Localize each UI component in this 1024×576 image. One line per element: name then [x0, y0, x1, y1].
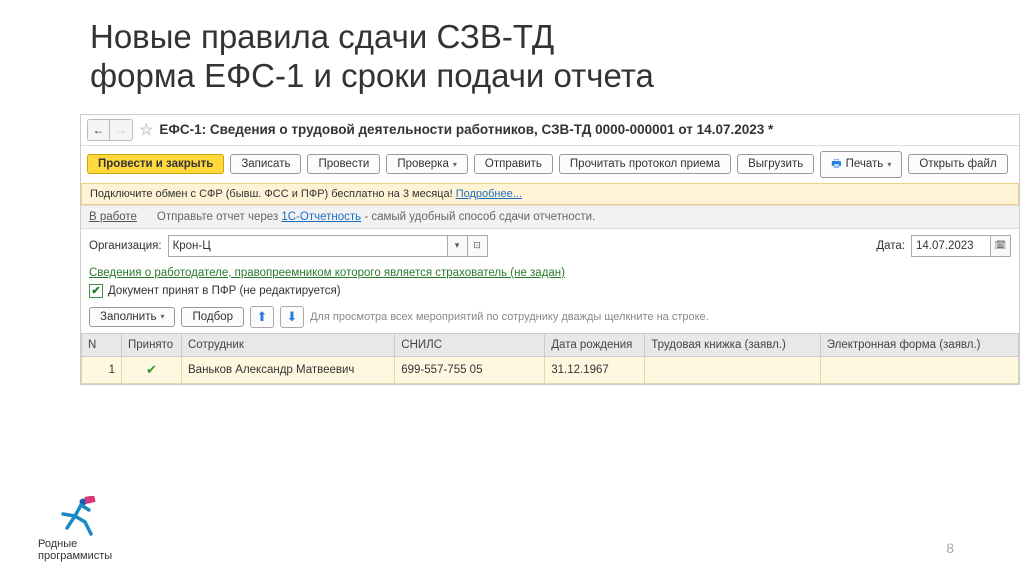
read-protocol-button[interactable]: Прочитать протокол приема — [559, 154, 731, 174]
slide-title: Новые правила сдачи СЗВ-ТД форма ЕФС-1 и… — [90, 18, 934, 96]
col-accepted[interactable]: Принято — [122, 333, 182, 356]
col-n[interactable]: N — [82, 333, 122, 356]
post-and-close-button[interactable]: Провести и закрыть — [87, 154, 224, 174]
cell-snils: 699-557-755 05 — [395, 356, 545, 383]
info-more-link[interactable]: Подробнее... — [456, 188, 522, 200]
pick-button[interactable]: Подбор — [181, 307, 244, 327]
cell-n: 1 — [82, 356, 122, 383]
one-c-reporting-link[interactable]: 1С-Отчетность — [281, 211, 361, 223]
cell-electronic — [820, 356, 1018, 383]
status-bar: В работе Отправьте отчет через 1С-Отчетн… — [81, 205, 1019, 229]
nav-back-button[interactable]: ← — [88, 120, 110, 140]
status-hint: Отправьте отчет через 1С-Отчетность - са… — [157, 211, 595, 223]
print-button[interactable]: 🖶Печать▾ — [820, 151, 902, 178]
app-window: ← → ☆ ЕФС-1: Сведения о трудовой деятель… — [80, 114, 1020, 385]
printer-icon: 🖶 — [831, 155, 841, 174]
col-dob[interactable]: Дата рождения — [545, 333, 645, 356]
main-toolbar: Провести и закрыть Записать Провести Про… — [81, 146, 1019, 183]
accepted-checkbox-row: ✔ Документ принят в ПФР (не редактируетс… — [81, 281, 1019, 301]
accepted-checkbox-label: Документ принят в ПФР (не редактируется) — [108, 285, 341, 297]
col-electronic[interactable]: Электронная форма (заявл.) — [820, 333, 1018, 356]
runner-icon — [53, 496, 97, 536]
cell-dob: 31.12.1967 — [545, 356, 645, 383]
date-input[interactable]: 14.07.2023 — [911, 235, 991, 257]
table-hint: Для просмотра всех мероприятий по сотруд… — [310, 311, 709, 323]
title-line2: форма ЕФС-1 и сроки подачи отчета — [90, 57, 654, 94]
write-button[interactable]: Записать — [230, 154, 301, 174]
status-value[interactable]: В работе — [89, 211, 137, 223]
send-button[interactable]: Отправить — [474, 154, 553, 174]
date-label: Дата: — [876, 240, 905, 252]
employer-info-link[interactable]: Сведения о работодателе, правопреемником… — [81, 265, 573, 281]
nav-arrows: ← → — [87, 119, 133, 141]
col-snils[interactable]: СНИЛС — [395, 333, 545, 356]
title-line1: Новые правила сдачи СЗВ-ТД — [90, 18, 554, 55]
chevron-down-icon: ▾ — [887, 160, 891, 169]
org-dropdown-button[interactable]: ▾ — [448, 235, 468, 257]
org-date-row: Организация: Крон-Ц ▾ ⊡ Дата: 14.07.2023… — [81, 229, 1019, 263]
cell-employee: Ваньков Александр Матвеевич — [182, 356, 395, 383]
document-title: ЕФС-1: Сведения о трудовой деятельности … — [159, 122, 773, 137]
date-picker-button[interactable]: 🗓 — [991, 235, 1011, 257]
open-file-button[interactable]: Открыть файл — [908, 154, 1007, 174]
table-header-row: N Принято Сотрудник СНИЛС Дата рождения … — [82, 333, 1019, 356]
nav-forward-button[interactable]: → — [110, 120, 132, 140]
cell-accepted[interactable]: ✔ — [122, 356, 182, 383]
page-number: 8 — [946, 540, 954, 556]
check-icon: ✔ — [146, 362, 157, 377]
info-bar: Подключите обмен с СФР (бывш. ФСС и ПФР)… — [81, 183, 1019, 205]
col-workbook[interactable]: Трудовая книжка (заявл.) — [645, 333, 820, 356]
titlebar: ← → ☆ ЕФС-1: Сведения о трудовой деятель… — [81, 115, 1019, 146]
chevron-down-icon: ▾ — [453, 160, 457, 169]
cell-workbook — [645, 356, 820, 383]
chevron-down-icon: ▾ — [160, 312, 164, 321]
table-row[interactable]: 1 ✔ Ваньков Александр Матвеевич 699-557-… — [82, 356, 1019, 383]
accepted-checkbox[interactable]: ✔ — [89, 284, 103, 298]
move-up-button[interactable]: ⬆ — [250, 306, 274, 328]
table-toolbar: Заполнить▾ Подбор ⬆ ⬇ Для просмотра всех… — [81, 301, 1019, 333]
org-input[interactable]: Крон-Ц — [168, 235, 448, 257]
col-employee[interactable]: Сотрудник — [182, 333, 395, 356]
org-label: Организация: — [89, 240, 162, 252]
move-down-button[interactable]: ⬇ — [280, 306, 304, 328]
favorite-star-icon[interactable]: ☆ — [139, 120, 153, 140]
org-open-button[interactable]: ⊡ — [468, 235, 488, 257]
info-text: Подключите обмен с СФР (бывш. ФСС и ПФР)… — [90, 188, 456, 200]
logo-text: Родные программисты — [38, 538, 112, 562]
footer-logo: Родные программисты — [38, 496, 112, 562]
fill-button[interactable]: Заполнить▾ — [89, 307, 175, 327]
export-button[interactable]: Выгрузить — [737, 154, 814, 174]
check-button[interactable]: Проверка▾ — [386, 154, 468, 174]
post-button[interactable]: Провести — [307, 154, 380, 174]
employees-table: N Принято Сотрудник СНИЛС Дата рождения … — [81, 333, 1019, 384]
